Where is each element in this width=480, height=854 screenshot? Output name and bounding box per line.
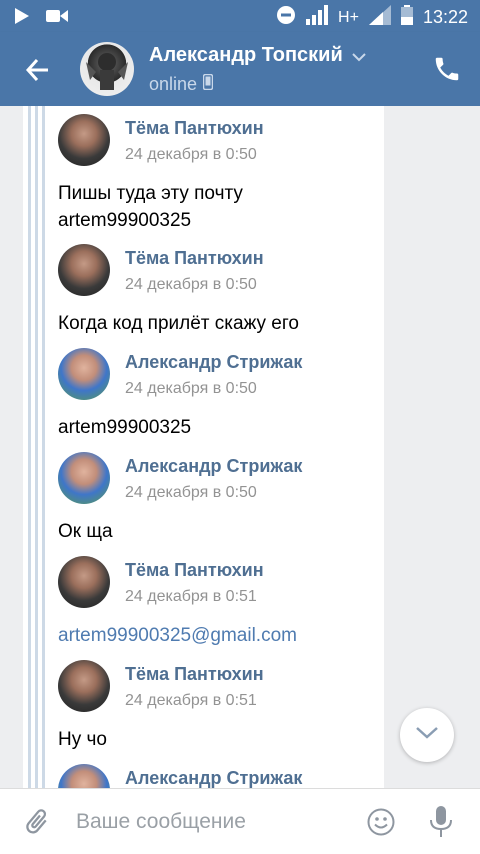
chevron-down-icon[interactable] [352,49,366,67]
signal-icon [368,5,391,30]
message-text: artem99900325 [58,417,192,438]
emoji-icon[interactable] [366,807,396,837]
chat-header: Александр Топский online [0,32,480,106]
message-date: 24 декабря в 0:50 [125,380,257,397]
contact-avatar[interactable] [80,42,134,96]
message-list[interactable]: Тёма Пантюхин 24 декабря в 0:50 Пишы туд… [0,106,480,788]
scroll-down-button[interactable] [400,708,454,762]
message-input[interactable] [76,807,346,837]
message-text: Пишы туда эту почту artem99900325 [58,183,243,231]
signal-icon [306,5,329,30]
author-name[interactable]: Тёма Пантюхин [125,664,264,685]
forward-line [35,106,38,788]
avatar[interactable] [58,556,110,608]
author-name[interactable]: Александр Стрижак [125,352,302,373]
author-name[interactable]: Александр Стрижак [125,456,302,477]
message-date: 24 декабря в 0:50 [125,484,257,501]
chevron-down-icon [415,726,439,745]
message-text: Ок ща [58,521,113,542]
status-bar: H+ 13:22 [0,0,480,32]
author-name[interactable]: Тёма Пантюхин [125,118,264,139]
author-name[interactable]: Тёма Пантюхин [125,248,264,269]
avatar[interactable] [58,348,110,400]
play-icon [14,7,30,30]
author-name[interactable]: Александр Стрижак [125,768,302,788]
author-name[interactable]: Тёма Пантюхин [125,560,264,581]
back-arrow-icon[interactable] [22,54,54,86]
network-type: H+ [338,8,359,26]
avatar[interactable] [58,114,110,166]
mobile-icon [202,73,214,95]
avatar[interactable] [58,452,110,504]
attach-icon[interactable] [22,807,52,837]
message-date: 24 декабря в 0:51 [125,692,257,709]
phone-icon[interactable] [432,54,462,84]
video-icon [46,8,68,29]
email-link[interactable]: artem99900325@gmail.com [58,622,378,649]
message-date: 24 декабря в 0:50 [125,146,257,163]
battery-icon [400,5,413,30]
contact-name[interactable]: Александр Топский [149,44,343,67]
forward-line [42,106,45,788]
presence-label: online [149,74,198,94]
message-composer [0,788,480,854]
avatar[interactable] [58,660,110,712]
message-date: 24 декабря в 0:51 [125,588,257,605]
presence-status: online [149,73,214,95]
message-date: 24 декабря в 0:50 [125,276,257,293]
clock: 13:22 [422,7,468,27]
avatar[interactable] [58,244,110,296]
microphone-icon[interactable] [428,805,454,839]
forward-line [28,106,31,788]
dnd-icon [276,5,296,30]
message-text: Ну чо [58,729,107,750]
message-text: Когда код прилёт скажу его [58,313,299,334]
